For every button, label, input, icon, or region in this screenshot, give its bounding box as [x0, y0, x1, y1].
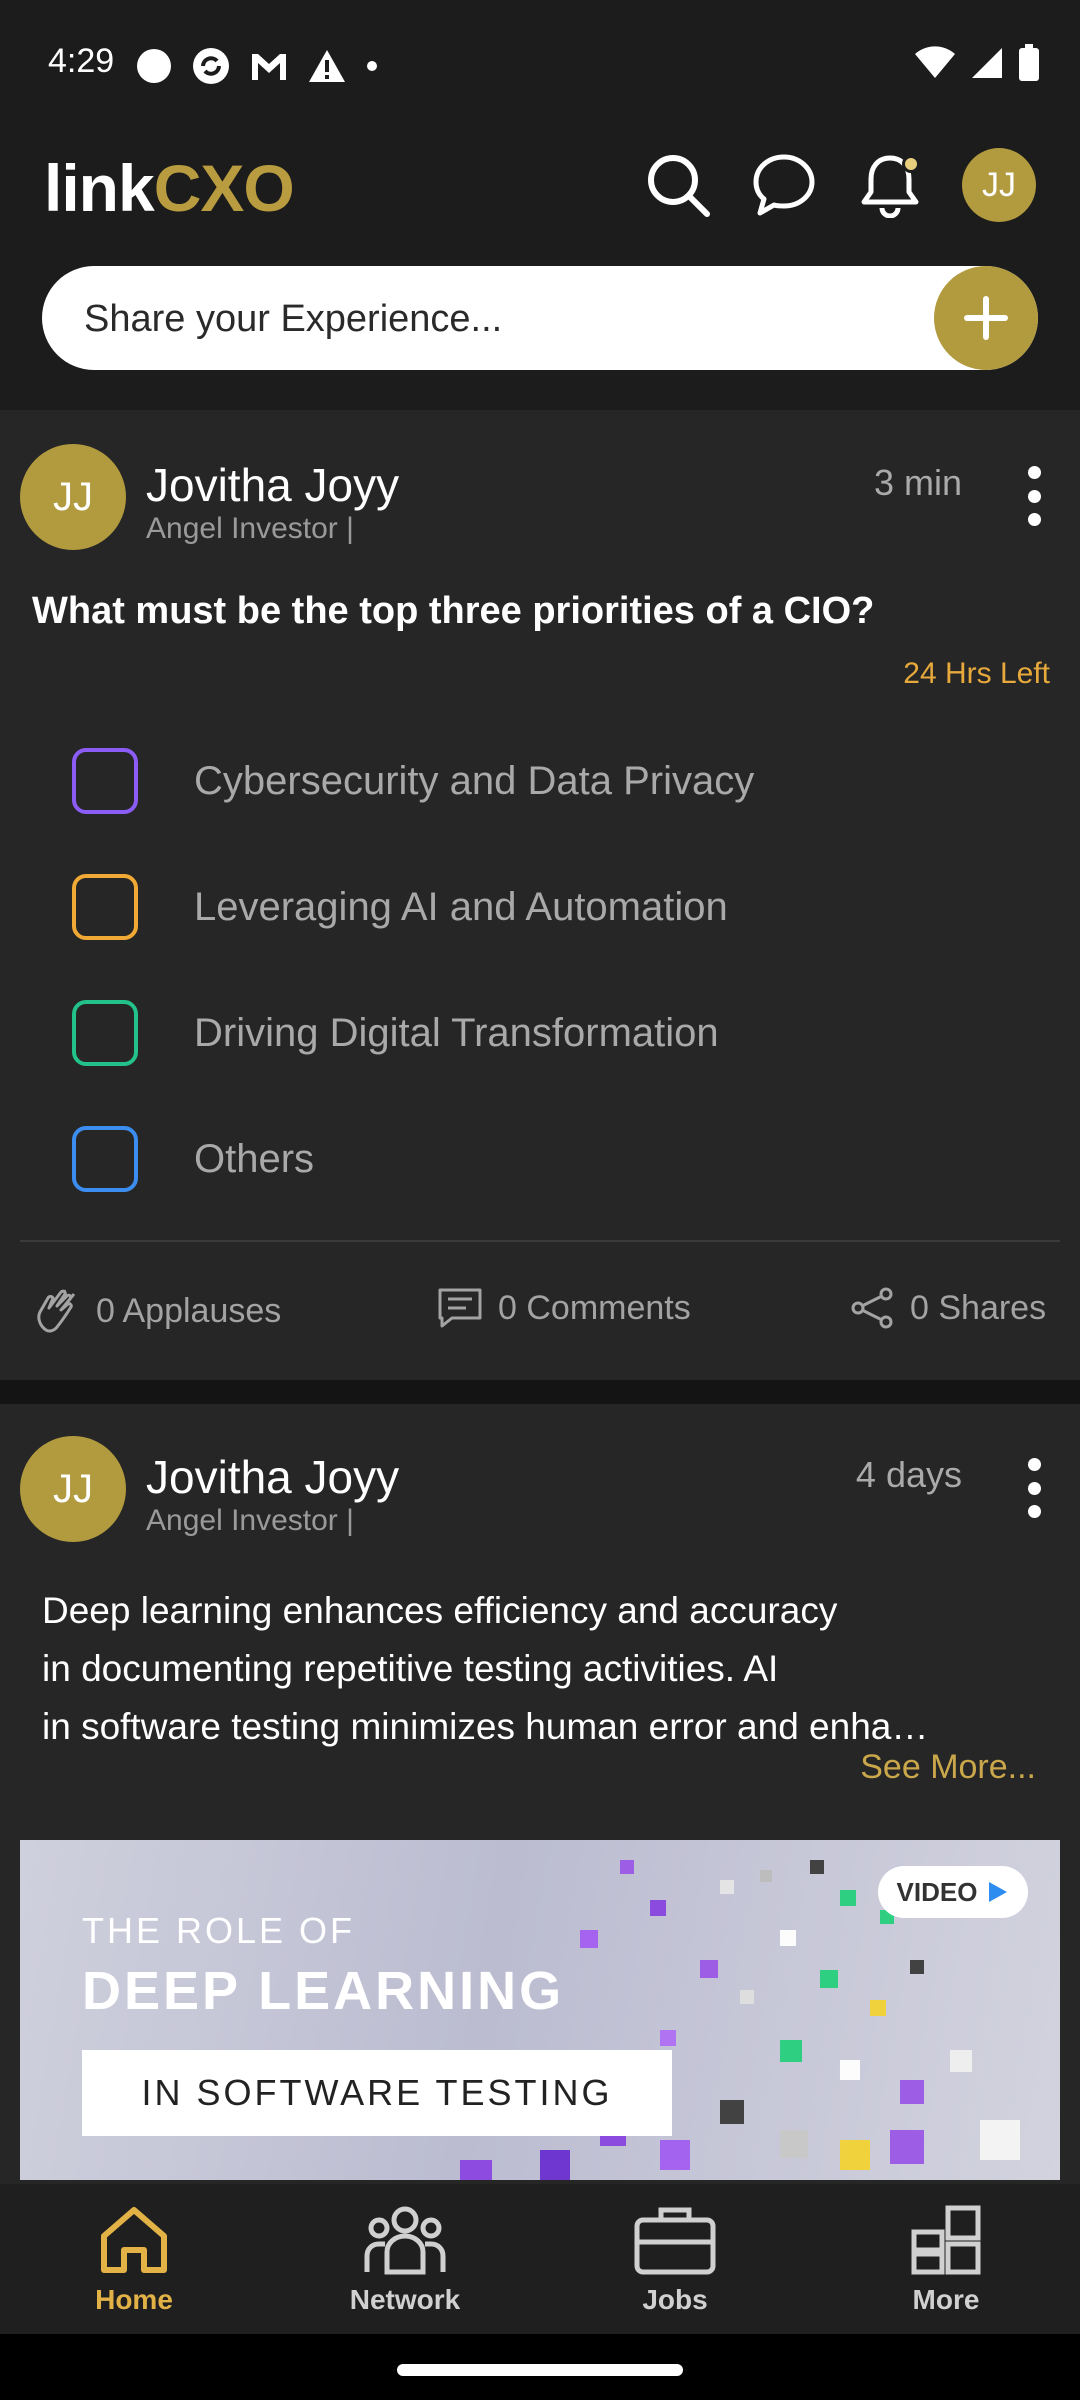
- video-badge: VIDEO: [878, 1866, 1028, 1918]
- post-body[interactable]: Deep learning enhances efficiency and ac…: [42, 1582, 1042, 1756]
- logo-link-text: link: [44, 151, 155, 225]
- notification-dot: [902, 155, 920, 173]
- search-icon: [648, 155, 710, 217]
- poll-option[interactable]: Others: [72, 1126, 314, 1192]
- add-post-button[interactable]: [934, 266, 1038, 370]
- comment-button[interactable]: 0 Comments: [436, 1286, 691, 1330]
- share-icon: [851, 1287, 893, 1329]
- poll-option[interactable]: Cybersecurity and Data Privacy: [72, 748, 754, 814]
- post-body-line: Deep learning enhances efficiency and ac…: [42, 1590, 838, 1631]
- poll-checkbox[interactable]: [72, 748, 138, 814]
- chat-bubble-icon: [753, 154, 815, 216]
- image-caption-title: DEEP LEARNING: [82, 1961, 565, 2021]
- search-button[interactable]: [644, 151, 712, 219]
- warning-icon: [309, 50, 345, 82]
- clap-icon: [37, 1289, 76, 1333]
- feed[interactable]: JJ Jovitha Joyy Angel Investor | 3 min W…: [0, 410, 1080, 2184]
- author-avatar[interactable]: JJ: [20, 444, 126, 550]
- author-name[interactable]: Jovitha Joyy: [146, 458, 399, 512]
- poll-option-label: Cybersecurity and Data Privacy: [194, 758, 755, 803]
- poll-option[interactable]: Driving Digital Transformation: [72, 1000, 719, 1066]
- header-actions: JJ: [644, 148, 1036, 222]
- home-gesture-bar[interactable]: [397, 2364, 683, 2376]
- post-body-line: in documenting repetitive testing activi…: [42, 1648, 779, 1689]
- nav-jobs[interactable]: Jobs: [575, 2202, 775, 2316]
- bottom-navigation: Home Network Jobs More: [0, 2184, 1080, 2334]
- poll-question: What must be the top three priorities of…: [32, 590, 875, 632]
- post-options-button[interactable]: [1014, 1458, 1054, 1518]
- dot-icon: [367, 61, 377, 71]
- poll-checkbox[interactable]: [72, 1000, 138, 1066]
- applaud-button[interactable]: 0 Applauses: [32, 1286, 281, 1336]
- status-system-icons: [914, 44, 1040, 82]
- home-icon: [101, 2207, 167, 2273]
- post-time: 4 days: [855, 1454, 962, 1495]
- nav-label: Network: [349, 2284, 461, 2315]
- nav-label: Jobs: [642, 2284, 708, 2315]
- divider: [20, 1240, 1060, 1242]
- poll-option-label: Leveraging AI and Automation: [194, 884, 728, 929]
- status-bar: 4:29: [0, 0, 1080, 120]
- post-time: 3 min: [873, 462, 962, 503]
- poll-time-left: 24 Hrs Left: [903, 657, 1050, 690]
- nav-network[interactable]: Network: [305, 2202, 505, 2316]
- see-more-link[interactable]: See More...: [860, 1748, 1036, 1787]
- poll-option-label: Others: [194, 1136, 315, 1181]
- post-options-button[interactable]: [1014, 466, 1054, 526]
- circle-notification-icon: [137, 49, 171, 83]
- sync-notification-icon: [193, 48, 229, 84]
- author-title: Angel Investor |: [146, 512, 354, 545]
- play-icon: [989, 1882, 1008, 1902]
- author-name[interactable]: Jovitha Joyy: [146, 1450, 399, 1504]
- comment-count: 0 Comments: [498, 1288, 691, 1327]
- status-time: 4:29: [48, 42, 115, 80]
- author-avatar[interactable]: JJ: [20, 1436, 126, 1542]
- applause-count: 0 Applauses: [96, 1291, 282, 1330]
- image-caption-line: THE ROLE OF: [82, 1910, 356, 1951]
- author-title: Angel Investor |: [146, 1504, 354, 1537]
- people-icon: [364, 2206, 446, 2275]
- nav-label: More: [912, 2284, 980, 2315]
- poll-checkbox[interactable]: [72, 874, 138, 940]
- nav-label: Home: [95, 2284, 173, 2315]
- poll-option-label: Driving Digital Transformation: [194, 1010, 719, 1055]
- poll-option[interactable]: Leveraging AI and Automation: [72, 874, 728, 940]
- notifications-button[interactable]: [856, 151, 924, 219]
- linkcxo-logo[interactable]: linkCXO: [44, 150, 295, 226]
- app-header: linkCXO JJ Share your Experience...: [0, 120, 1080, 410]
- briefcase-icon: [634, 2207, 716, 2275]
- image-caption-box: IN SOFTWARE TESTING: [82, 2050, 672, 2136]
- share-count: 0 Shares: [910, 1288, 1047, 1327]
- poll-post-card: JJ Jovitha Joyy Angel Investor | 3 min W…: [0, 410, 1080, 1380]
- share-experience-input[interactable]: Share your Experience...: [42, 266, 1038, 370]
- share-placeholder: Share your Experience...: [84, 298, 503, 340]
- post-actions: 0 Applauses 0 Comments 0 Shares: [0, 1286, 1080, 1346]
- gmail-icon: [252, 54, 286, 80]
- article-post-card: JJ Jovitha Joyy Angel Investor | 4 days …: [0, 1404, 1080, 2184]
- video-badge-label: VIDEO: [896, 1876, 978, 1907]
- plus-icon: [964, 296, 1008, 340]
- nav-more[interactable]: More: [846, 2202, 1046, 2316]
- share-button[interactable]: 0 Shares: [848, 1286, 1046, 1330]
- image-caption-subtitle: IN SOFTWARE TESTING: [141, 2072, 613, 2113]
- status-notification-icons: [135, 46, 379, 86]
- logo-cxo-text: CXO: [153, 151, 295, 225]
- comment-icon: [438, 1288, 482, 1328]
- gesture-area: [0, 2334, 1080, 2400]
- nav-home[interactable]: Home: [34, 2202, 234, 2316]
- signal-icon: [972, 48, 1002, 78]
- profile-avatar[interactable]: JJ: [962, 148, 1036, 222]
- post-image[interactable]: THE ROLE OF DEEP LEARNING IN SOFTWARE TE…: [20, 1840, 1060, 2180]
- battery-icon: [1019, 44, 1039, 81]
- messages-button[interactable]: [750, 151, 818, 219]
- poll-checkbox[interactable]: [72, 1126, 138, 1192]
- wifi-icon: [915, 46, 955, 78]
- grid-icon: [911, 2205, 981, 2275]
